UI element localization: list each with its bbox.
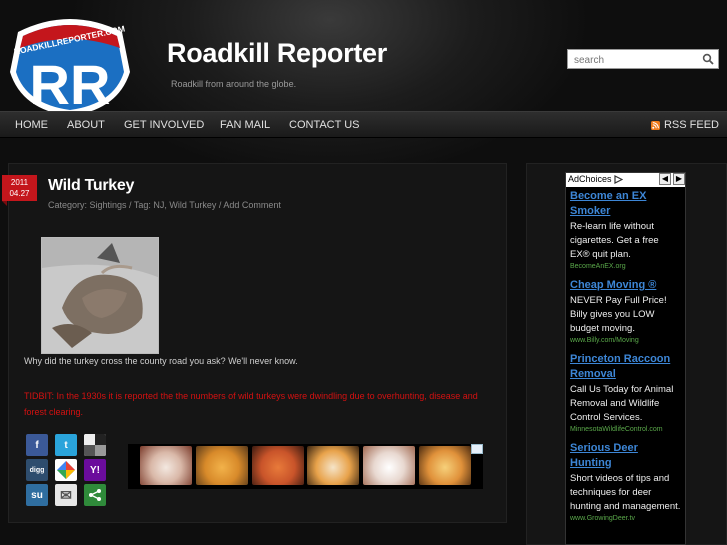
ad-thumbnail[interactable] [196, 446, 248, 485]
adchoices-label: AdChoices [568, 174, 612, 184]
ad-thumbnail[interactable] [363, 446, 415, 485]
ad-item[interactable]: Cheap Moving ® NEVER Pay Full Price! Bil… [566, 276, 685, 350]
ad-url[interactable]: www.GrowingDeer.tv [570, 515, 681, 522]
search-icon[interactable] [702, 53, 714, 65]
ad-headline[interactable]: Princeton Raccoon Removal [570, 352, 681, 382]
ad-thumbnail[interactable] [419, 446, 471, 485]
digg-icon[interactable]: digg [26, 459, 48, 481]
delicious-icon[interactable] [84, 434, 106, 456]
page: RR ROADKILLREPORTER.COM Roadkill Reporte… [0, 0, 727, 545]
nav-item-about[interactable]: ABOUT [67, 119, 105, 131]
ad-headline[interactable]: Serious Deer Hunting [570, 441, 681, 471]
ad-body: Short videos of tips and techniques for … [570, 473, 681, 512]
main-nav: HOME ABOUT GET INVOLVED FAN MAIL CONTACT… [0, 111, 727, 138]
facebook-icon[interactable]: f [26, 434, 48, 456]
site-title[interactable]: Roadkill Reporter [167, 38, 387, 69]
nav-item-contact-us[interactable]: CONTACT US [289, 119, 360, 131]
post-date-badge: 2011 04.27 [2, 175, 37, 206]
adchoices-icon[interactable] [471, 444, 483, 454]
google-icon[interactable] [55, 459, 77, 481]
stumbleupon-icon[interactable]: su [26, 484, 48, 506]
ad-item[interactable]: Princeton Raccoon Removal Call Us Today … [566, 350, 685, 439]
nav-item-get-involved[interactable]: GET INVOLVED [124, 119, 204, 131]
share-buttons: f t digg Y! su ✉ [26, 434, 110, 506]
post-title[interactable]: Wild Turkey [48, 177, 134, 195]
twitter-icon[interactable]: t [55, 434, 77, 456]
site-logo[interactable]: RR ROADKILLREPORTER.COM [8, 12, 132, 116]
nav-item-home[interactable]: HOME [15, 119, 48, 131]
ad-body: Re-learn life without cigarettes. Get a … [570, 221, 659, 260]
ad-headline[interactable]: Become an EX Smoker [570, 189, 681, 219]
search-input[interactable] [568, 51, 698, 70]
ad-prev-arrow-icon[interactable]: ◀ [659, 173, 671, 185]
yahoo-icon[interactable]: Y! [84, 459, 106, 481]
ad-thumbnail[interactable] [140, 446, 192, 485]
post-date-day: 04.27 [9, 189, 30, 198]
svg-text:RR: RR [30, 53, 111, 116]
turkey-photo[interactable] [41, 237, 159, 354]
ad-body: NEVER Pay Full Price! Billy gives you LO… [570, 295, 667, 334]
ad-url[interactable]: www.Billy.com/Moving [570, 337, 681, 344]
post-date-year: 2011 [10, 178, 29, 187]
post-meta[interactable]: Category: Sightings / Tag: NJ, Wild Turk… [48, 200, 281, 210]
rss-icon [650, 120, 660, 130]
ad-headline[interactable]: Cheap Moving ® [570, 278, 681, 293]
ad-thumbnail[interactable] [307, 446, 359, 485]
rss-feed-label: RSS FEED [663, 119, 719, 131]
share-icon[interactable] [84, 484, 106, 506]
ad-header-bar: AdChoices ◀ ▶ [566, 173, 685, 187]
ad-item[interactable]: Become an EX Smoker Re-learn life withou… [566, 187, 685, 276]
nav-item-fan-mail[interactable]: FAN MAIL [220, 119, 270, 131]
ad-next-arrow-icon[interactable]: ▶ [673, 173, 685, 185]
site-tagline: Roadkill from around the globe. [171, 79, 297, 89]
search-box [567, 49, 719, 70]
post-tidbit-text: TIDBIT: In the 1930s it is reported the … [24, 391, 478, 417]
ad-thumbnail[interactable] [252, 446, 304, 485]
adchoices-triangle-icon [613, 174, 623, 184]
sidebar-ad-unit: AdChoices ◀ ▶ Become an EX Smoker Re-lea… [565, 172, 686, 545]
email-icon[interactable]: ✉ [55, 484, 77, 506]
ad-url[interactable]: BecomeAnEX.org [570, 263, 681, 270]
image-ad-strip[interactable] [128, 444, 483, 489]
adchoices-link[interactable]: AdChoices [568, 174, 623, 184]
ad-item[interactable]: Serious Deer Hunting Short videos of tip… [566, 439, 685, 528]
post-body-text: Why did the turkey cross the county road… [24, 356, 298, 366]
rss-feed-link[interactable]: RSS FEED [650, 119, 719, 131]
ad-url[interactable]: MinnesotaWildlifeControl.com [570, 426, 681, 433]
ad-body: Call Us Today for Animal Removal and Wil… [570, 384, 674, 423]
